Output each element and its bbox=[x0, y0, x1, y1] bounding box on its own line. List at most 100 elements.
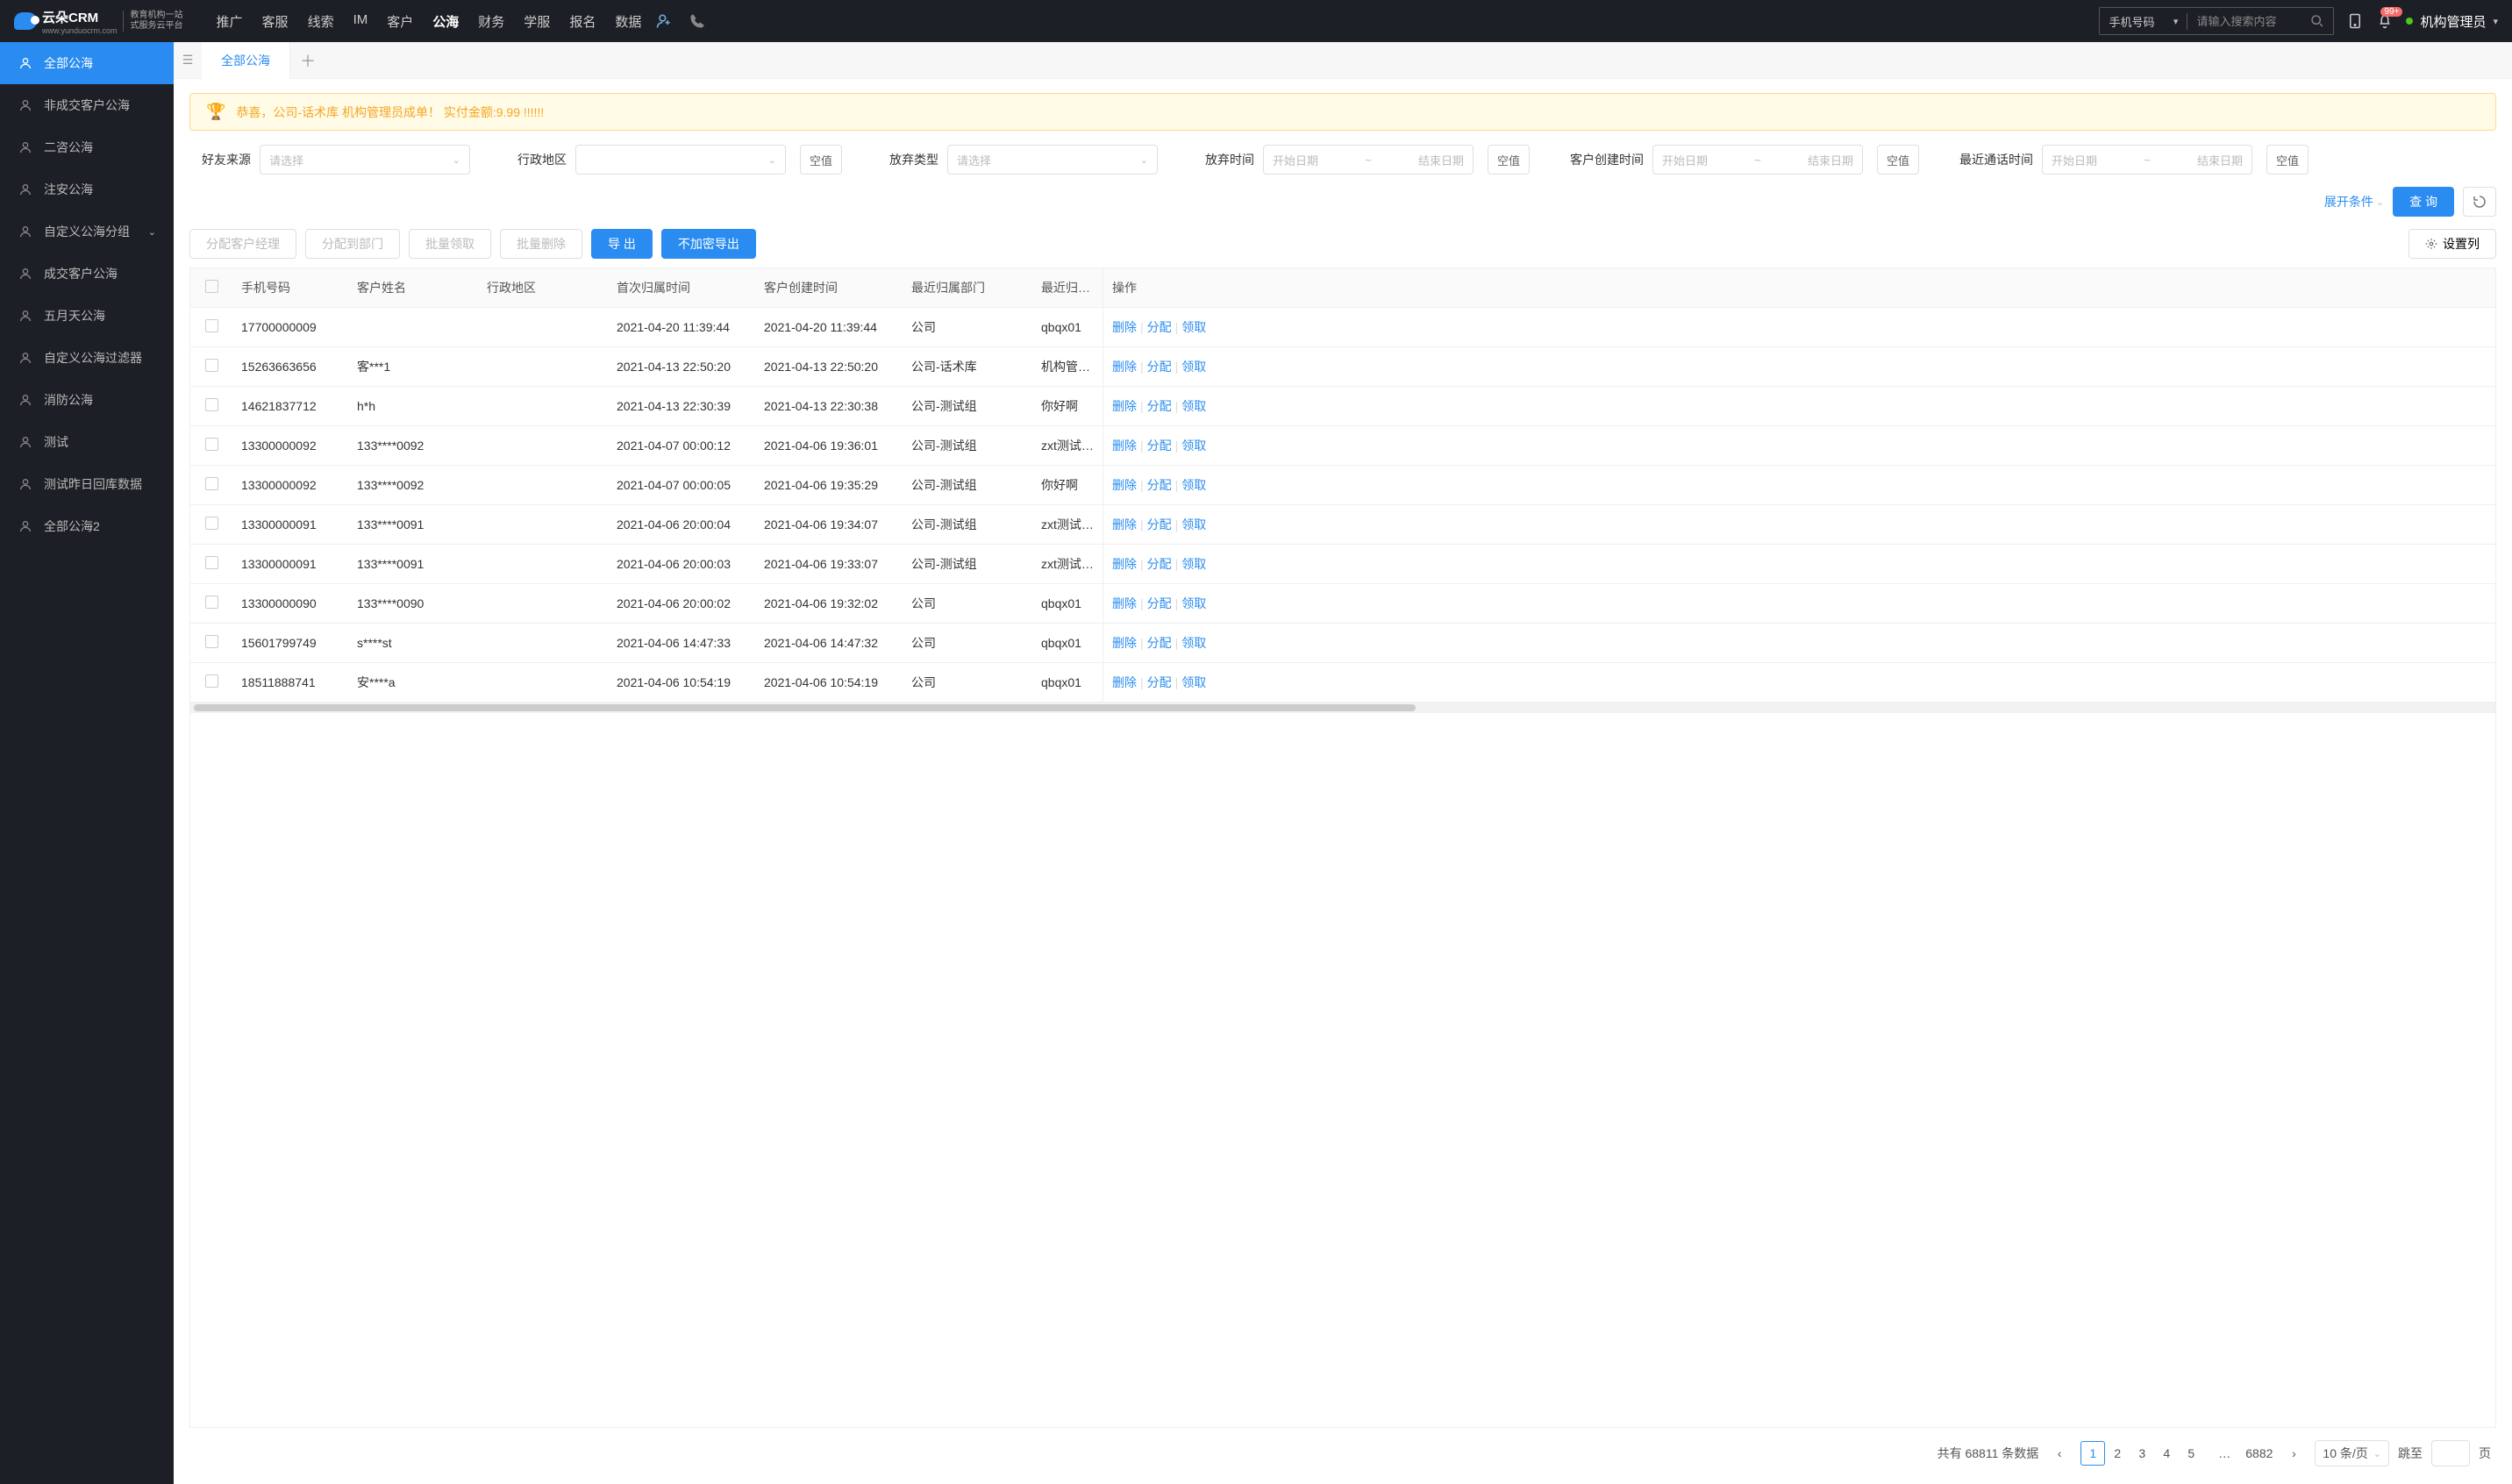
row-checkbox[interactable] bbox=[205, 398, 218, 411]
sidebar-item-10[interactable]: 测试昨日回库数据 bbox=[0, 463, 174, 505]
op-assign[interactable]: 分配 bbox=[1147, 478, 1172, 492]
user-menu[interactable]: 机构管理员 ▾ bbox=[2406, 12, 2498, 31]
select-all-checkbox[interactable] bbox=[205, 280, 218, 293]
assign-dept-button[interactable]: 分配到部门 bbox=[305, 229, 400, 259]
op-delete[interactable]: 删除 bbox=[1112, 399, 1137, 413]
sidebar-item-11[interactable]: 全部公海2 bbox=[0, 505, 174, 547]
op-assign[interactable]: 分配 bbox=[1147, 399, 1172, 413]
op-claim[interactable]: 领取 bbox=[1181, 557, 1206, 571]
sidebar-item-7[interactable]: 自定义公海过滤器 bbox=[0, 337, 174, 379]
reset-button[interactable] bbox=[2463, 187, 2496, 217]
search-input[interactable] bbox=[2187, 15, 2301, 28]
nav-item-8[interactable]: 报名 bbox=[569, 12, 596, 31]
device-icon[interactable] bbox=[2346, 12, 2364, 30]
op-claim[interactable]: 领取 bbox=[1181, 517, 1206, 532]
op-assign[interactable]: 分配 bbox=[1147, 517, 1172, 532]
row-checkbox[interactable] bbox=[205, 477, 218, 490]
row-checkbox[interactable] bbox=[205, 438, 218, 451]
nav-item-1[interactable]: 客服 bbox=[262, 12, 289, 31]
op-delete[interactable]: 删除 bbox=[1112, 596, 1137, 610]
page-number-4[interactable]: 4 bbox=[2154, 1441, 2179, 1466]
bell-icon[interactable]: 99+ bbox=[2376, 12, 2394, 30]
row-checkbox[interactable] bbox=[205, 517, 218, 530]
nav-item-5[interactable]: 公海 bbox=[432, 12, 459, 31]
op-assign[interactable]: 分配 bbox=[1147, 596, 1172, 610]
nav-item-7[interactable]: 学服 bbox=[524, 12, 550, 31]
query-button[interactable]: 查 询 bbox=[2393, 187, 2454, 217]
sidebar-item-3[interactable]: 注安公海 bbox=[0, 168, 174, 210]
row-checkbox[interactable] bbox=[205, 556, 218, 569]
op-assign[interactable]: 分配 bbox=[1147, 675, 1172, 689]
sidebar-item-2[interactable]: 二咨公海 bbox=[0, 126, 174, 168]
op-delete[interactable]: 删除 bbox=[1112, 478, 1137, 492]
sidebar-item-4[interactable]: 自定义公海分组⌄ bbox=[0, 210, 174, 253]
op-assign[interactable]: 分配 bbox=[1147, 360, 1172, 374]
last-call-range[interactable]: 开始日期~结束日期 bbox=[2042, 145, 2252, 175]
op-claim[interactable]: 领取 bbox=[1181, 636, 1206, 650]
nav-item-4[interactable]: 客户 bbox=[387, 12, 413, 31]
export-button[interactable]: 导 出 bbox=[591, 229, 653, 259]
page-number-5[interactable]: 5 bbox=[2179, 1441, 2203, 1466]
op-delete[interactable]: 删除 bbox=[1112, 320, 1137, 334]
phone-icon[interactable] bbox=[689, 12, 706, 30]
sidebar-item-0[interactable]: 全部公海 bbox=[0, 42, 174, 84]
nav-item-3[interactable]: IM bbox=[353, 12, 368, 31]
tabs-collapse-icon[interactable]: ☰ bbox=[174, 53, 202, 68]
pager-ellipsis[interactable]: … bbox=[2212, 1441, 2237, 1466]
op-claim[interactable]: 领取 bbox=[1181, 320, 1206, 334]
page-number-2[interactable]: 2 bbox=[2105, 1441, 2130, 1466]
row-checkbox[interactable] bbox=[205, 674, 218, 688]
nav-item-2[interactable]: 线索 bbox=[308, 12, 334, 31]
pager-jump-input[interactable] bbox=[2431, 1440, 2470, 1466]
pager-next-button[interactable]: › bbox=[2281, 1441, 2306, 1466]
sidebar-item-8[interactable]: 消防公海 bbox=[0, 379, 174, 421]
op-claim[interactable]: 领取 bbox=[1181, 596, 1206, 610]
export-plain-button[interactable]: 不加密导出 bbox=[661, 229, 756, 259]
op-claim[interactable]: 领取 bbox=[1181, 360, 1206, 374]
op-assign[interactable]: 分配 bbox=[1147, 636, 1172, 650]
page-number-3[interactable]: 3 bbox=[2130, 1441, 2154, 1466]
page-number-1[interactable]: 1 bbox=[2080, 1441, 2105, 1466]
last-call-null-button[interactable]: 空值 bbox=[2266, 145, 2309, 175]
op-delete[interactable]: 删除 bbox=[1112, 360, 1137, 374]
row-checkbox[interactable] bbox=[205, 319, 218, 332]
region-select[interactable]: ⌄ bbox=[575, 145, 786, 175]
horizontal-scrollbar[interactable] bbox=[190, 703, 2495, 713]
abandon-type-select[interactable]: 请选择⌄ bbox=[947, 145, 1158, 175]
row-checkbox[interactable] bbox=[205, 635, 218, 648]
assign-manager-button[interactable]: 分配客户经理 bbox=[189, 229, 296, 259]
op-claim[interactable]: 领取 bbox=[1181, 478, 1206, 492]
op-delete[interactable]: 删除 bbox=[1112, 557, 1137, 571]
op-claim[interactable]: 领取 bbox=[1181, 399, 1206, 413]
page-size-select[interactable]: 10 条/页 ⌄ bbox=[2315, 1440, 2389, 1466]
op-assign[interactable]: 分配 bbox=[1147, 439, 1172, 453]
op-claim[interactable]: 领取 bbox=[1181, 439, 1206, 453]
batch-delete-button[interactable]: 批量删除 bbox=[500, 229, 582, 259]
expand-filters-button[interactable]: 展开条件 ⌄ bbox=[2324, 193, 2384, 210]
tab-add-button[interactable]: ＋ bbox=[290, 49, 325, 72]
row-checkbox[interactable] bbox=[205, 359, 218, 372]
sidebar-item-6[interactable]: 五月天公海 bbox=[0, 295, 174, 337]
row-checkbox[interactable] bbox=[205, 596, 218, 609]
abandon-time-range[interactable]: 开始日期~结束日期 bbox=[1263, 145, 1474, 175]
pager-prev-button[interactable]: ‹ bbox=[2047, 1441, 2072, 1466]
op-delete[interactable]: 删除 bbox=[1112, 636, 1137, 650]
search-type-select[interactable]: 手机号码 ▾ bbox=[2100, 13, 2187, 30]
add-user-icon[interactable] bbox=[655, 12, 673, 30]
op-assign[interactable]: 分配 bbox=[1147, 320, 1172, 334]
create-time-range[interactable]: 开始日期~结束日期 bbox=[1652, 145, 1863, 175]
nav-item-0[interactable]: 推广 bbox=[217, 12, 243, 31]
op-delete[interactable]: 删除 bbox=[1112, 517, 1137, 532]
create-time-null-button[interactable]: 空值 bbox=[1877, 145, 1919, 175]
nav-item-9[interactable]: 数据 bbox=[615, 12, 641, 31]
sidebar-item-1[interactable]: 非成交客户公海 bbox=[0, 84, 174, 126]
region-null-button[interactable]: 空值 bbox=[800, 145, 842, 175]
tab-main[interactable]: 全部公海 bbox=[202, 42, 290, 79]
pager-last[interactable]: 6882 bbox=[2245, 1441, 2273, 1466]
batch-claim-button[interactable]: 批量领取 bbox=[409, 229, 491, 259]
friend-src-select[interactable]: 请选择⌄ bbox=[260, 145, 470, 175]
set-columns-button[interactable]: 设置列 bbox=[2409, 229, 2496, 259]
nav-item-6[interactable]: 财务 bbox=[478, 12, 504, 31]
op-delete[interactable]: 删除 bbox=[1112, 439, 1137, 453]
op-claim[interactable]: 领取 bbox=[1181, 675, 1206, 689]
